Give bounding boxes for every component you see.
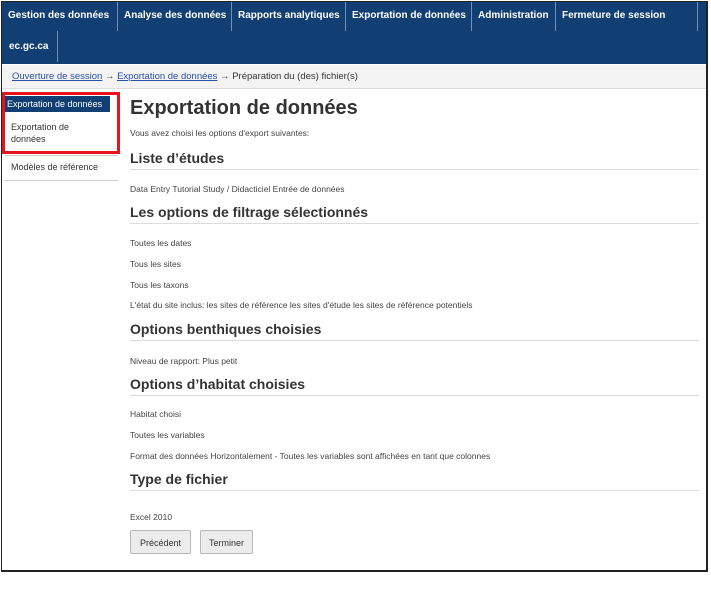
intro-text: Vous avez choisi les options d'export su…	[130, 128, 310, 138]
nav-administration[interactable]: Administration	[472, 2, 556, 31]
filter-line: Toutes les dates	[130, 238, 192, 248]
nav-ec-gc-ca[interactable]: ec.gc.ca	[2, 31, 58, 62]
section-divider	[130, 223, 699, 224]
filter-heading: Les options de filtrage sélectionnés	[130, 204, 369, 220]
previous-button[interactable]: Précédent	[130, 530, 191, 554]
habitat-heading: Options d’habitat choisies	[130, 376, 306, 392]
nav-exportation-donnees[interactable]: Exportation de données	[346, 2, 472, 31]
sidebar-item-modeles[interactable]: Modèles de référence	[11, 162, 98, 172]
sidebar-divider	[5, 155, 118, 156]
highlight-box	[2, 92, 120, 154]
section-divider	[130, 395, 699, 396]
file-type-line: Excel 2010	[130, 512, 173, 522]
filter-line: L'état du site inclus: les sites de réfé…	[130, 300, 473, 310]
breadcrumb-current: Préparation du (des) fichier(s)	[232, 71, 358, 82]
breadcrumb-arrow: →	[104, 71, 115, 82]
nav-rapports-analytiques[interactable]: Rapports analytiques	[232, 2, 346, 31]
study-line: Data Entry Tutorial Study / Didacticiel …	[130, 184, 345, 194]
filter-line: Tous les sites	[130, 259, 182, 269]
habitat-line: Toutes les variables	[130, 430, 205, 440]
nav-fermeture-session[interactable]: Fermeture de session	[556, 2, 698, 31]
file-type-heading: Type de fichier	[130, 471, 228, 487]
nav-gestion-donnees[interactable]: Gestion des données	[2, 2, 118, 31]
breadcrumb-link-export[interactable]: Exportation de données	[117, 71, 217, 82]
section-divider	[130, 169, 699, 170]
habitat-line: Habitat choisi	[130, 409, 182, 419]
sidebar-divider	[5, 180, 118, 181]
filter-line: Tous les taxons	[130, 280, 189, 290]
breadcrumb-link-login[interactable]: Ouverture de session	[12, 71, 102, 82]
habitat-line: Format des données Horizontalement - Tou…	[130, 451, 491, 461]
section-divider	[130, 340, 699, 341]
nav-analyse-donnees[interactable]: Analyse des données	[118, 2, 232, 31]
page-title: Exportation de données	[130, 97, 358, 119]
finish-button[interactable]: Terminer	[200, 530, 253, 554]
bottom-strip	[2, 570, 707, 572]
benthic-line: Niveau de rapport: Plus petit	[130, 356, 238, 366]
section-divider	[130, 490, 699, 491]
app-frame: Gestion des données Analyse des données …	[1, 1, 708, 572]
top-navigation: Gestion des données Analyse des données …	[2, 2, 706, 64]
study-heading: Liste d’études	[130, 150, 225, 166]
breadcrumb: Ouverture de session → Exportation de do…	[2, 65, 706, 89]
breadcrumb-arrow: →	[220, 71, 230, 82]
benthic-heading: Options benthiques choisies	[130, 321, 322, 337]
